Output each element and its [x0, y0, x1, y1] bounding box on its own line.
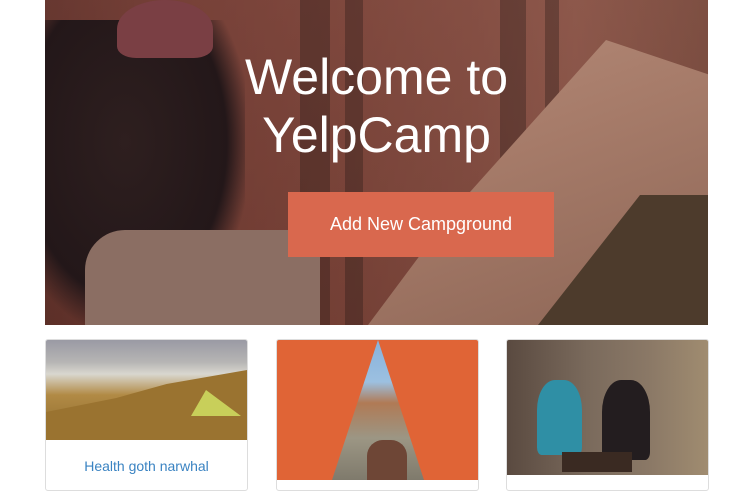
- campground-name-link[interactable]: Health goth narwhal: [46, 440, 247, 474]
- camper-left: [537, 380, 582, 455]
- campfire: [562, 452, 632, 472]
- camper-leg: [85, 230, 320, 325]
- campground-image-forest[interactable]: [507, 340, 708, 475]
- campground-card[interactable]: [506, 339, 709, 491]
- hero-banner: Welcome to YelpCamp Add New Campground: [45, 0, 708, 325]
- campground-card[interactable]: Health goth narwhal: [45, 339, 248, 491]
- hero-title: Welcome to YelpCamp: [45, 48, 708, 164]
- campground-image-mountain[interactable]: [46, 340, 247, 440]
- add-campground-button[interactable]: Add New Campground: [288, 192, 554, 257]
- campground-card[interactable]: [276, 339, 479, 491]
- camper-right: [602, 380, 650, 460]
- hero-title-line2: YelpCamp: [262, 107, 491, 163]
- hero-title-line1: Welcome to: [244, 49, 509, 105]
- camper-feet: [367, 440, 407, 480]
- campground-image-tent[interactable]: [277, 340, 478, 480]
